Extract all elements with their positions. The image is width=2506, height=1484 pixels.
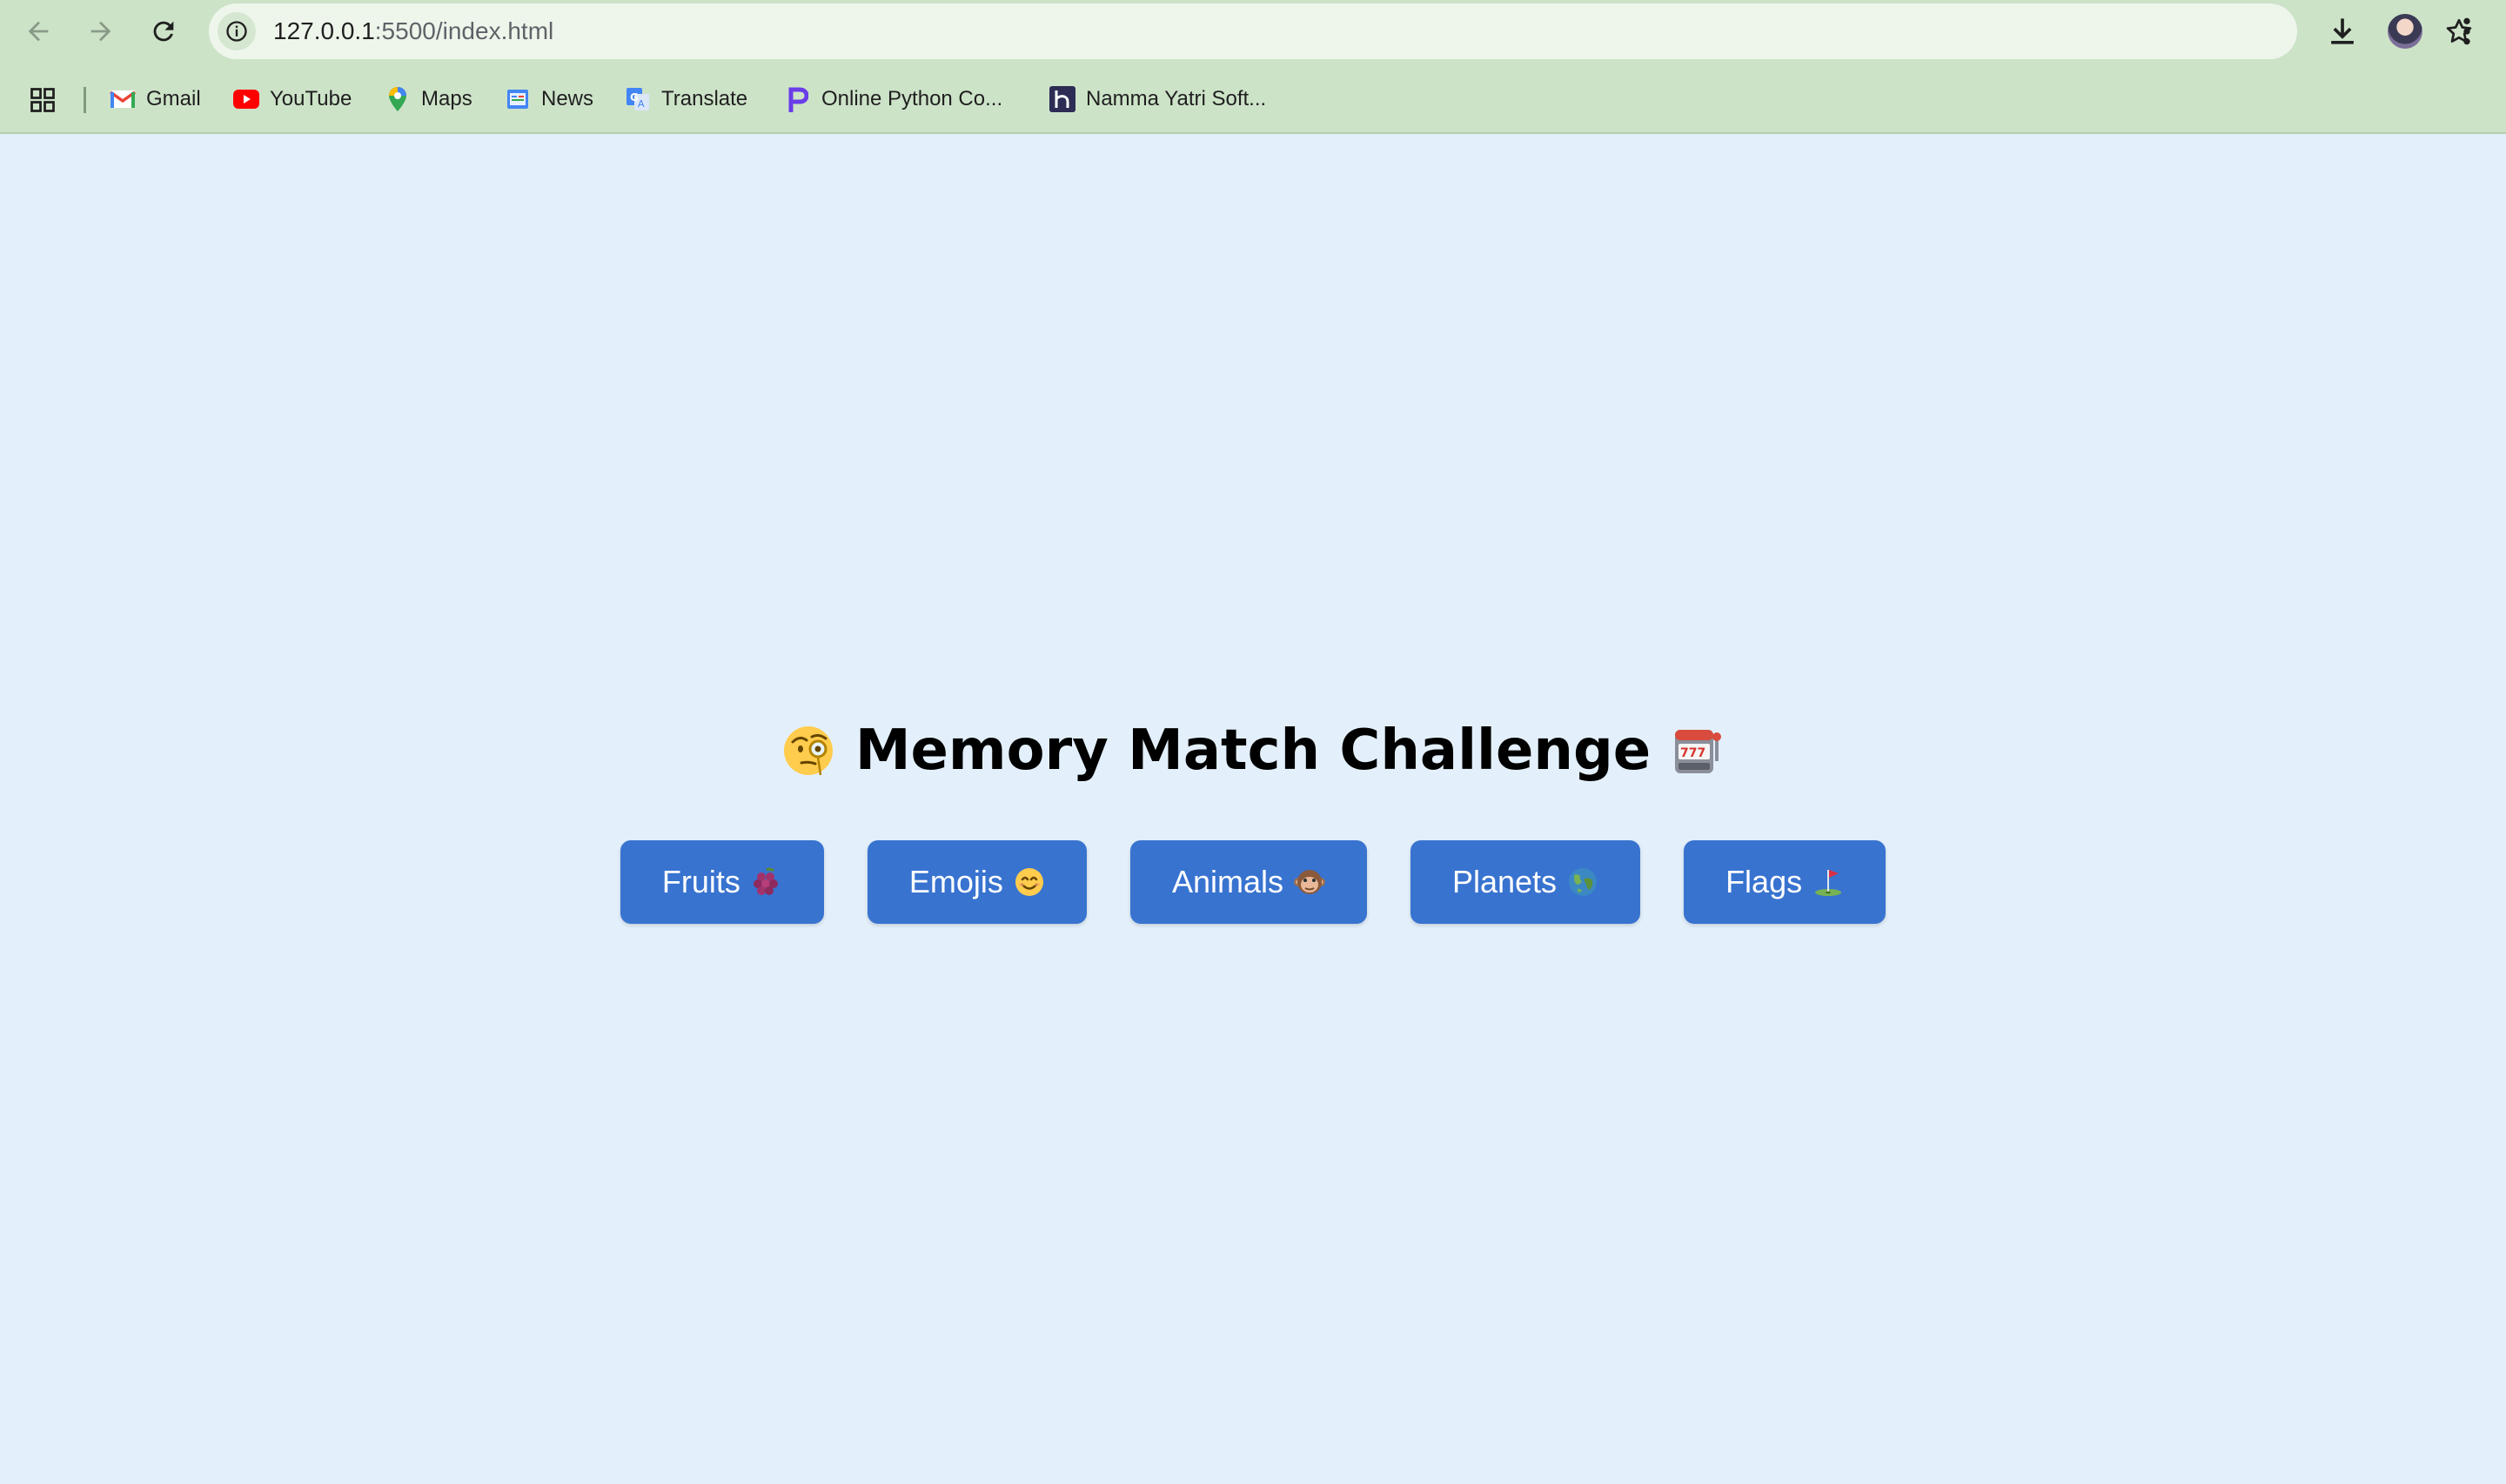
news-icon — [505, 86, 531, 112]
button-label: Emojis — [908, 864, 1003, 899]
gmail-icon — [110, 86, 136, 112]
apps-grid-icon[interactable] — [30, 87, 56, 113]
bookmark-label: Maps — [421, 87, 472, 110]
bookmark-label: Online Python Co... — [821, 87, 1003, 110]
download-icon[interactable] — [2323, 12, 2362, 50]
globe-icon — [1569, 868, 1598, 896]
bookmark-label: News — [541, 87, 594, 110]
bookmark-label: Namma Yatri Soft... — [1086, 87, 1267, 110]
button-label: Flags — [1725, 864, 1803, 899]
golf-flag-icon — [1815, 870, 1842, 896]
bookmark-label: YouTube — [270, 87, 352, 110]
url-host: 127.0.0.1 — [273, 17, 375, 44]
smiling-face-icon — [1015, 868, 1043, 896]
button-label: Animals — [1171, 864, 1283, 899]
url-path: :5500/index.html — [374, 17, 554, 44]
forward-arrow-icon — [90, 21, 111, 42]
forward-button[interactable] — [80, 10, 122, 52]
reload-button[interactable] — [143, 10, 184, 52]
bookmarks-bar: Gmail YouTube Maps News G A Translate On… — [0, 77, 2506, 122]
svg-text:777: 777 — [1680, 746, 1705, 760]
grapes-icon — [753, 867, 778, 895]
python-compiler-icon — [785, 86, 811, 112]
bookmark-online-python-compiler[interactable]: Online Python Co... — [785, 77, 1002, 122]
bookmark-youtube[interactable]: YouTube — [233, 77, 352, 122]
bookmarks-separator — [84, 87, 86, 113]
page-title: Memory Match Challenge — [854, 719, 1652, 783]
face-with-monocle-icon — [783, 726, 833, 776]
bookmark-translate[interactable]: G A Translate — [625, 77, 747, 122]
back-arrow-icon — [28, 21, 49, 42]
back-button[interactable] — [17, 10, 59, 52]
maps-icon — [385, 86, 411, 112]
planets-button[interactable]: Planets — [1410, 840, 1641, 924]
url-text: 127.0.0.1:5500/index.html — [273, 3, 553, 59]
svg-text:A: A — [638, 98, 645, 110]
page-header: Memory Match Challenge 777 — [0, 712, 2506, 790]
info-icon — [226, 21, 247, 42]
bookmark-namma-yatri[interactable]: Namma Yatri Soft... — [1049, 77, 1266, 122]
reload-icon — [153, 21, 174, 42]
button-label: Planets — [1451, 864, 1558, 899]
youtube-icon — [233, 86, 259, 112]
profile-avatar[interactable] — [2388, 14, 2422, 49]
bookmark-gmail[interactable]: Gmail — [110, 77, 201, 122]
fruits-button[interactable]: Fruits — [620, 840, 824, 924]
bookmark-news[interactable]: News — [505, 77, 593, 122]
emojis-button[interactable]: Emojis — [867, 840, 1087, 924]
browser-chrome: 127.0.0.1:5500/index.html Gmail YouTube … — [0, 0, 2506, 134]
animals-button[interactable]: Animals — [1129, 840, 1367, 924]
category-buttons: Fruits Emojis Animals Planets Flags — [0, 840, 2506, 924]
address-bar[interactable]: 127.0.0.1:5500/index.html — [209, 3, 2472, 59]
more-options-icon[interactable] — [2456, 14, 2478, 49]
bookmark-maps[interactable]: Maps — [385, 77, 472, 122]
site-info-button[interactable] — [218, 12, 256, 50]
translate-icon: G A — [625, 86, 651, 112]
namma-yatri-icon — [1049, 86, 1075, 112]
browser-toolbar: 127.0.0.1:5500/index.html — [0, 0, 2506, 63]
button-label: Fruits — [661, 864, 740, 899]
flags-button[interactable]: Flags — [1684, 840, 1886, 924]
bookmark-label: Translate — [661, 87, 748, 110]
monkey-face-icon — [1293, 870, 1325, 894]
slot-machine-icon: 777 — [1675, 730, 1722, 773]
bookmark-label: Gmail — [146, 87, 201, 110]
